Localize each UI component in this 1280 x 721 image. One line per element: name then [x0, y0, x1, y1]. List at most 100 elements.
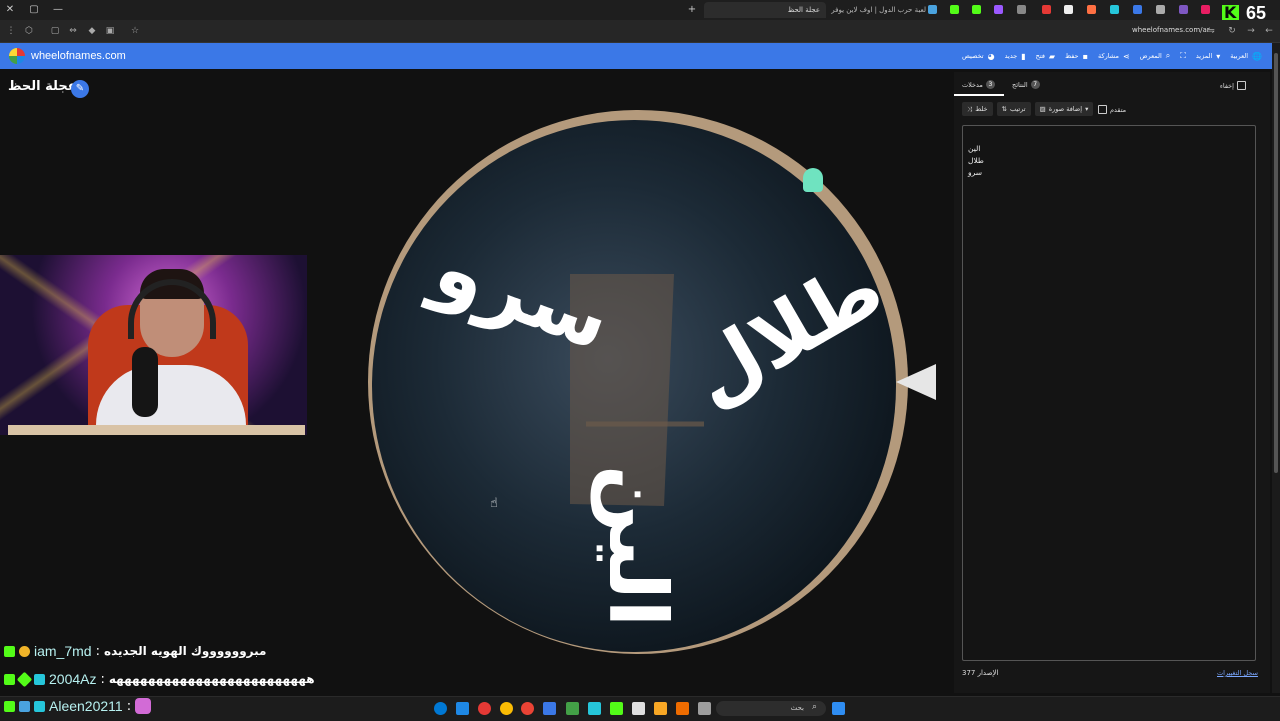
tab-favicon-icon[interactable] — [1064, 5, 1073, 14]
add-image-button[interactable]: ▨ إضافة صورة ▾ — [1034, 102, 1094, 116]
tab-favicon-icon[interactable] — [928, 5, 937, 14]
shuffle-icon: ⤨ — [967, 105, 973, 113]
fullscreen-icon: ⛶ — [1180, 51, 1186, 60]
tab-favicon-icon[interactable] — [1133, 5, 1142, 14]
kick-logo-icon — [1222, 3, 1239, 22]
toolbar-icon[interactable]: ▢ — [48, 24, 62, 38]
search-icon: ⌕ — [1165, 51, 1171, 60]
scrollbar-thumb[interactable] — [1274, 53, 1278, 473]
tab-title: لعبة حرب الدول | اوف لاين يوفر — [831, 6, 926, 14]
chat-message: Aleen20211 : — [4, 696, 152, 716]
url-field[interactable]: wheelofnames.com/ar — [1132, 26, 1210, 34]
chat-username: Aleen20211 — [49, 698, 123, 714]
taskbar-app-icon[interactable] — [632, 702, 645, 715]
tab-favicon-icon[interactable] — [1087, 5, 1096, 14]
folder-icon[interactable] — [654, 702, 667, 715]
customize-button[interactable]: ◕ تخصيص — [962, 52, 995, 61]
version-number: 377 — [962, 669, 976, 677]
tab-favicon-icon[interactable] — [1042, 5, 1051, 14]
menu-dots-icon[interactable]: ⋮ — [4, 24, 18, 38]
wheel-graphic[interactable]: طلال سرو الين — [364, 106, 912, 658]
taskbar-app-icon[interactable] — [676, 702, 689, 715]
advanced-checkbox[interactable]: متقدم — [1098, 105, 1126, 114]
tab-favicon-icon[interactable] — [1156, 5, 1165, 14]
tab-title: عجلة الحظ — [787, 6, 820, 14]
changelog-link[interactable]: سجل التغييرات — [1217, 669, 1258, 677]
taskbar-app-icon[interactable] — [478, 702, 491, 715]
new-button[interactable]: ▮ جديد — [1005, 52, 1026, 61]
entries-textarea[interactable]: الين طلال سرو — [962, 125, 1256, 661]
share-button[interactable]: ⋖ مشاركة — [1098, 52, 1130, 61]
save-button[interactable]: ▪ حفظ — [1065, 52, 1088, 61]
shuffle-button[interactable]: ⤨ خلط — [962, 102, 993, 116]
share-icon: ⋖ — [1122, 51, 1130, 61]
bookmark-star-icon[interactable]: ☆ — [128, 24, 142, 38]
close-window-icon[interactable]: ✕ — [2, 2, 18, 18]
hide-checkbox[interactable]: إخفاء — [1220, 81, 1246, 90]
menu-label: جديد — [1004, 52, 1018, 60]
entries-panel: 3 مدخلات 7 النتائج إخفاء ⤨ خلط ⇅ ترتيب ▨ إض… — [954, 72, 1270, 693]
more-menu[interactable]: ▾ المزيد — [1196, 52, 1220, 61]
language-menu[interactable]: 🌐 العربية — [1230, 52, 1262, 61]
taskbar-app-icon[interactable] — [588, 702, 601, 715]
wheel[interactable]: طلال سرو الين — [364, 106, 912, 658]
taskbar-app-icon[interactable] — [456, 702, 469, 715]
extensions-icon[interactable]: ⬡ — [22, 24, 36, 38]
entry-line[interactable]: الين — [963, 143, 984, 155]
tab-entries[interactable]: 3 مدخلات — [962, 80, 995, 89]
taskbar-app-icon[interactable] — [543, 702, 556, 715]
tab-favicon-icon[interactable] — [1110, 5, 1119, 14]
checkbox-icon[interactable] — [1237, 81, 1246, 90]
toolbar-icon[interactable]: ⇔ — [66, 24, 80, 38]
tab-favicon-icon[interactable] — [1017, 5, 1026, 14]
tab-favicon-icon[interactable] — [1179, 5, 1188, 14]
wheel-logo-icon[interactable] — [9, 48, 25, 64]
windows-start-icon[interactable] — [832, 702, 845, 715]
reload-icon[interactable]: ↻ — [1225, 24, 1239, 38]
toolbar-icon[interactable]: ◆ — [85, 24, 99, 38]
menu-label: حفظ — [1065, 52, 1079, 60]
taskbar-search[interactable]: بحث — [716, 701, 826, 716]
gallery-button[interactable]: ⌕ المعرض — [1140, 51, 1171, 61]
search-placeholder: بحث — [790, 704, 804, 712]
back-icon[interactable]: ← — [1262, 24, 1276, 38]
save-icon: ▪ — [1082, 51, 1088, 61]
taskbar-app-icon[interactable] — [610, 702, 623, 715]
site-name[interactable]: wheelofnames.com — [31, 50, 126, 62]
minimize-window-icon[interactable]: — — [50, 2, 66, 18]
entry-line[interactable]: سرو — [963, 167, 984, 179]
edit-title-button[interactable]: ✎ — [71, 80, 89, 98]
checkbox-icon[interactable] — [1098, 105, 1107, 114]
search-icon: ⌕ — [812, 702, 818, 712]
taskbar-app-icon[interactable] — [521, 702, 534, 715]
fullscreen-button[interactable]: ⛶ — [1180, 51, 1186, 61]
tab-label: النتائج — [1012, 80, 1028, 89]
chat-separator: : — [126, 698, 132, 714]
tab-favicon-icon[interactable] — [994, 5, 1003, 14]
site-settings-icon[interactable]: ⇋ — [1204, 24, 1218, 38]
page-scrollbar[interactable] — [1272, 43, 1280, 693]
tab-war-game[interactable]: لعبة حرب الدول | اوف لاين يوفر — [830, 2, 926, 18]
kick-tab-icon[interactable] — [950, 5, 959, 14]
open-button[interactable]: ▰ فتح — [1036, 52, 1055, 61]
entry-line[interactable]: طلال — [963, 155, 984, 167]
chrome-icon[interactable] — [500, 702, 513, 715]
tab-results[interactable]: 7 النتائج — [1012, 80, 1040, 89]
sort-button[interactable]: ⇅ ترتيب — [996, 102, 1031, 116]
menu-label: العربية — [1230, 52, 1249, 60]
tab-favicon-icon[interactable] — [1201, 5, 1210, 14]
tab-wheel-of-names[interactable]: عجلة الحظ — [704, 2, 826, 18]
taskbar-app-icon[interactable] — [566, 702, 579, 715]
header-menu: 🌐 العربية ▾ المزيد ⛶ ⌕ المعرض ⋖ مشاركة ▪ حفظ … — [962, 43, 1262, 69]
microphone-icon — [132, 347, 158, 417]
kick-badge-icon — [4, 645, 15, 657]
toolbar-icon[interactable]: ▣ — [103, 24, 117, 38]
gift-badge-icon — [34, 700, 45, 712]
taskbar-app-icon[interactable] — [698, 702, 711, 715]
forward-icon[interactable]: → — [1244, 24, 1258, 38]
taskbar-app-icon[interactable] — [434, 702, 447, 715]
chat-separator: : — [100, 671, 105, 687]
restore-window-icon[interactable]: ▢ — [26, 2, 42, 18]
new-tab-icon[interactable]: + — [684, 2, 700, 18]
kick-tab-icon[interactable] — [972, 5, 981, 14]
